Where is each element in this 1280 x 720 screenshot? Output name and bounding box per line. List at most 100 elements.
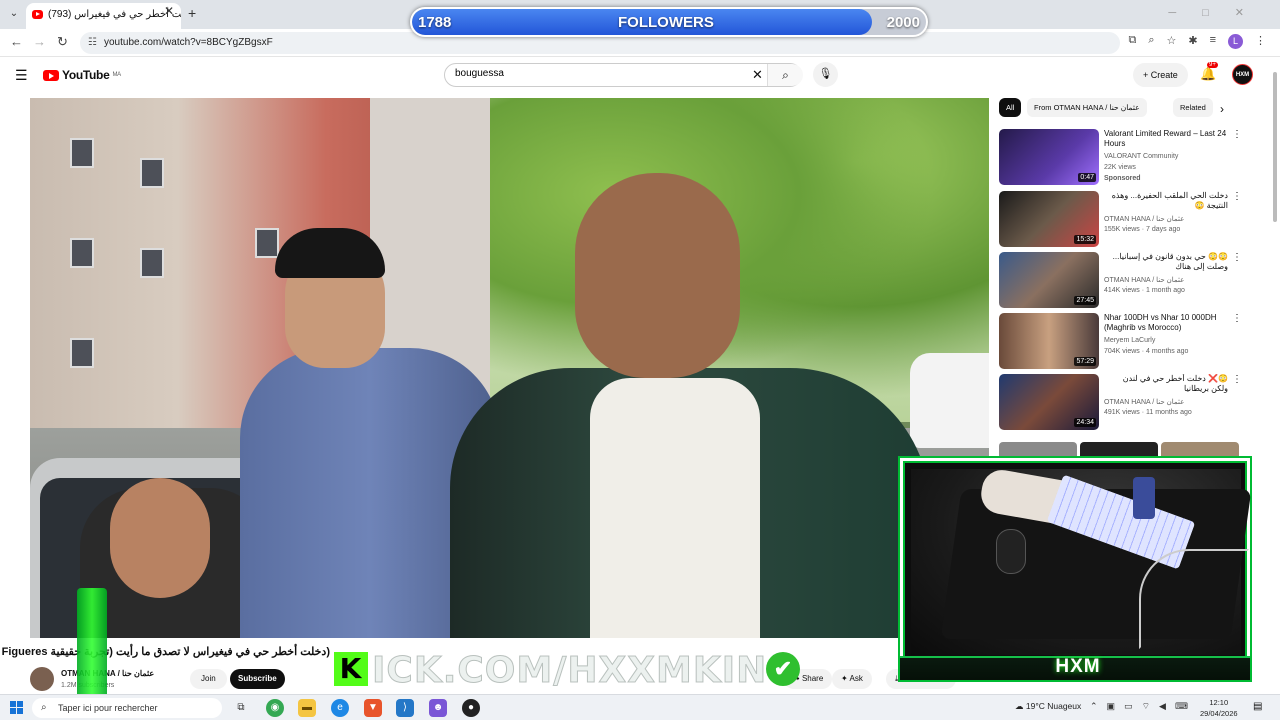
youtube-play-icon xyxy=(43,69,59,81)
streamer-label: HXM xyxy=(1055,656,1101,677)
page-scrollbar[interactable] xyxy=(1272,64,1278,684)
zoom-icon[interactable]: ⌕ xyxy=(1148,34,1154,49)
reading-list-icon[interactable]: ≡ xyxy=(1210,34,1216,49)
rec-title[interactable]: Nhar 100DH vs Nhar 10 000DH (Maghrib vs … xyxy=(1104,313,1228,333)
voice-search-mic-icon[interactable]: 🎙 xyxy=(813,62,838,87)
chips-next-chevron-icon[interactable]: › xyxy=(1220,102,1224,116)
account-avatar[interactable]: HXM xyxy=(1232,64,1253,85)
phone xyxy=(1133,477,1155,519)
kick-logo-icon: K xyxy=(334,652,368,686)
tray-keyboard-icon[interactable]: ⌨ xyxy=(1175,701,1188,712)
extensions-icon[interactable]: ✱ xyxy=(1188,34,1197,49)
rec-thumbnail[interactable]: 57:29 xyxy=(999,313,1099,369)
forward-arrow-icon[interactable]: → xyxy=(33,34,46,49)
back-arrow-icon[interactable]: ← xyxy=(10,34,23,49)
video-title: (دخلت أخطر حي في فيغيراس لا تصدق ما رأيت… xyxy=(1,646,330,658)
rec-more-icon[interactable]: ⋮ xyxy=(1232,313,1242,324)
rec-title[interactable]: 😳😳 حي بدون قانون في إسبانيا... وصلت إلى … xyxy=(1104,252,1228,272)
create-button[interactable]: + Create xyxy=(1133,63,1188,87)
weather-widget[interactable]: ☁ 19°C Nuageux xyxy=(1015,701,1081,712)
subscribe-button[interactable]: Subscribe xyxy=(230,669,285,689)
reload-icon[interactable]: ↻ xyxy=(57,34,68,50)
screen: ⌄ (793) دخلت أخطر حي في فيغيراس ✕ + ─□✕ … xyxy=(0,0,1280,720)
rec-thumbnail[interactable]: 0:47 xyxy=(999,129,1099,185)
recommendation-item[interactable]: 15:32 دخلت الحي الملقب الحفيرة... وهذه ا… xyxy=(999,191,1242,249)
clock-date: 29/04/2026 xyxy=(1200,709,1238,718)
rec-more-icon[interactable]: ⋮ xyxy=(1232,191,1242,202)
notification-center-icon[interactable]: ▤ xyxy=(1253,701,1262,712)
notifications-bell-icon[interactable]: 🔔 9+ xyxy=(1200,62,1218,82)
obs-icon[interactable]: ● xyxy=(462,699,480,717)
tray-volume-icon[interactable]: ◀ xyxy=(1159,701,1166,712)
channel-name[interactable]: OTMAN HANA / عثمان حنا xyxy=(61,669,154,678)
followers-goal: 2000 xyxy=(886,14,920,31)
windows-start-icon[interactable] xyxy=(10,701,23,714)
taskbar-clock[interactable]: 12:10 29/04/2026 xyxy=(1200,697,1238,719)
file-explorer-icon[interactable]: ▬ xyxy=(298,699,316,717)
recommendation-item[interactable]: 0:47 Valorant Limited Reward – Last 24 H… xyxy=(999,129,1242,187)
tray-chevron-icon[interactable]: ⌃ xyxy=(1090,701,1098,712)
rec-thumbnail[interactable]: 27:45 xyxy=(999,252,1099,308)
chip-all[interactable]: All xyxy=(999,98,1022,117)
kick-url-text: ICK.COM/HXXMKING xyxy=(372,650,764,689)
rec-title[interactable]: Valorant Limited Reward – Last 24 Hours xyxy=(1104,129,1228,149)
region-code: MA xyxy=(112,72,121,78)
recommendation-item[interactable]: 27:45 😳😳 حي بدون قانون في إسبانيا... وصل… xyxy=(999,252,1242,310)
create-label: Create xyxy=(1150,70,1178,80)
rec-thumbnail[interactable]: 24:34 xyxy=(999,374,1099,430)
join-button[interactable]: Join xyxy=(190,669,227,689)
notification-count-badge: 9+ xyxy=(1207,62,1218,68)
tab-title: (793) دخلت أخطر حي في فيغيراس xyxy=(48,9,181,20)
discord-icon[interactable]: ☻ xyxy=(429,699,447,717)
profile-avatar[interactable]: L xyxy=(1228,34,1243,49)
site-info-icon[interactable]: ☷ xyxy=(88,32,97,54)
youtube-logo[interactable]: YouTube MA xyxy=(43,68,121,82)
ask-label: Ask xyxy=(849,674,863,683)
tray-battery-icon[interactable]: ▭ xyxy=(1124,701,1133,712)
video-player[interactable] xyxy=(30,98,989,638)
followers-goal-bar: 1788 FOLLOWERS 2000 xyxy=(410,7,928,37)
new-tab-plus-icon[interactable]: + xyxy=(188,5,196,21)
search-button-icon[interactable]: ⌕ xyxy=(767,64,803,86)
followers-current: 1788 xyxy=(418,14,452,31)
browser-menu-icon[interactable]: ⋮ xyxy=(1255,34,1266,49)
recommendation-item[interactable]: 57:29 Nhar 100DH vs Nhar 10 000DH (Maghr… xyxy=(999,313,1242,371)
channel-avatar[interactable] xyxy=(30,667,54,691)
rec-title[interactable]: دخلت الحي الملقب الحفيرة... وهذه النتيجة… xyxy=(1104,191,1228,211)
edge-icon[interactable]: e xyxy=(331,699,349,717)
youtube-favicon-icon xyxy=(32,10,43,19)
close-tab-icon[interactable]: ✕ xyxy=(164,4,174,18)
rec-more-icon[interactable]: ⋮ xyxy=(1232,129,1242,140)
bookmark-star-icon[interactable]: ☆ xyxy=(1166,34,1176,49)
share-label: Share xyxy=(801,674,824,683)
clear-search-icon[interactable]: ✕ xyxy=(752,67,763,83)
browser-toolbar-icons: ⧉ ⌕ ☆ ✱ ≡ L ⋮ xyxy=(1128,34,1266,49)
recommendation-item[interactable]: 24:34 😳❌ دخلت أخطر حي في لندن ولكن بريطا… xyxy=(999,374,1242,432)
menu-hamburger-icon[interactable]: ☰ xyxy=(15,67,28,84)
kick-url-overlay: K ICK.COM/HXXMKING xyxy=(334,648,764,688)
taskbar-search[interactable]: ⌕ Taper ici pour rechercher xyxy=(32,698,222,718)
tab-search-chevron-icon[interactable]: ⌄ xyxy=(6,6,22,22)
ask-button[interactable]: ✦ Ask xyxy=(832,669,872,689)
rec-thumbnail[interactable]: 15:32 xyxy=(999,191,1099,247)
chrome-icon[interactable]: ◉ xyxy=(266,699,284,717)
chip-related[interactable]: Related xyxy=(1173,98,1213,117)
weather-text: 19°C Nuageux xyxy=(1025,701,1082,711)
window-controls[interactable]: ─□✕ xyxy=(1168,6,1270,19)
verified-check-icon: ✔ xyxy=(766,652,800,686)
rec-more-icon[interactable]: ⋮ xyxy=(1232,374,1242,385)
taskbar-search-placeholder: Taper ici pour rechercher xyxy=(58,703,158,713)
brave-icon[interactable]: ▼ xyxy=(364,699,382,717)
browser-tab[interactable]: (793) دخلت أخطر حي في فيغيراس xyxy=(26,3,181,29)
chip-from-channel[interactable]: From OTMAN HANA / عثمان حنا xyxy=(1027,98,1147,117)
rec-title[interactable]: 😳❌ دخلت أخطر حي في لندن ولكن بريطانيا xyxy=(1104,374,1228,394)
followers-label: FOLLOWERS xyxy=(618,14,714,31)
rec-more-icon[interactable]: ⋮ xyxy=(1232,252,1242,263)
task-view-icon[interactable]: ⧉ xyxy=(232,699,250,717)
vscode-icon[interactable]: ⟩ xyxy=(396,699,414,717)
search-input[interactable] xyxy=(455,68,735,79)
system-tray: ⌃ ▣ ▭ ⌔ ◀ ⌨ xyxy=(1090,701,1188,712)
tray-network-icon[interactable]: ⌔ xyxy=(1142,701,1150,712)
tray-app-icon[interactable]: ▣ xyxy=(1107,701,1116,712)
install-app-icon[interactable]: ⧉ xyxy=(1128,34,1136,49)
